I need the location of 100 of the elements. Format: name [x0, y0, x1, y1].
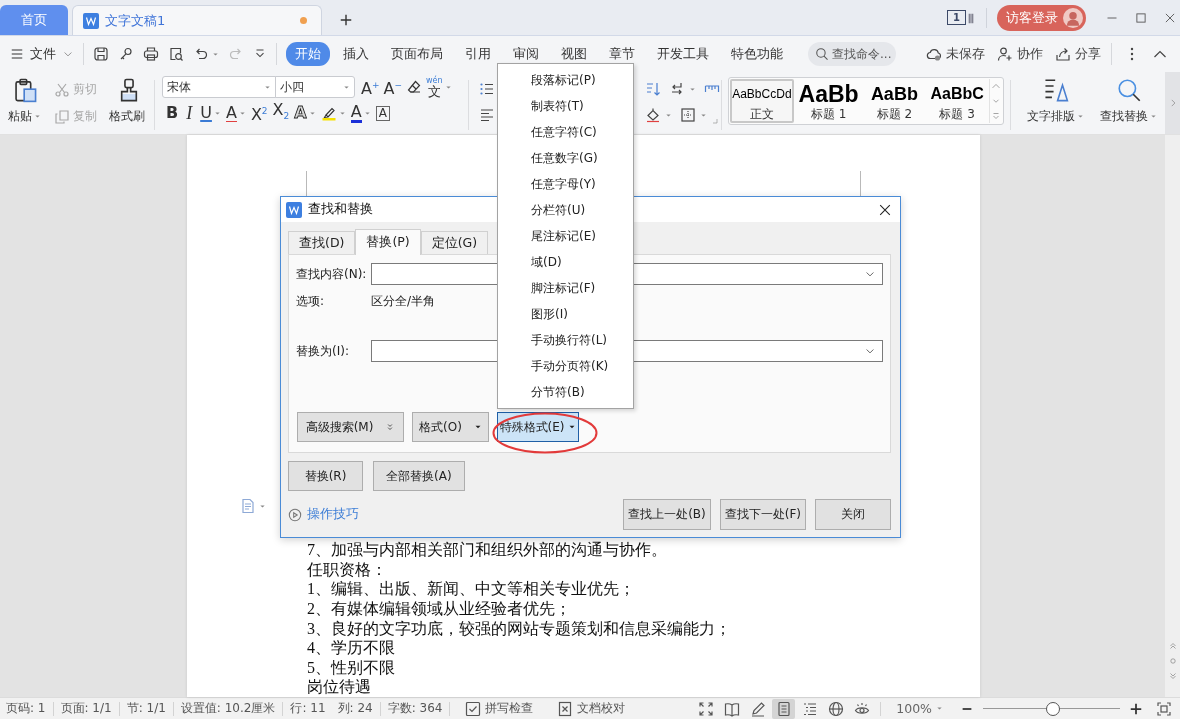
page-view-button[interactable]: [772, 698, 796, 719]
find-replace-button[interactable]: 查找替换: [1094, 76, 1163, 130]
style-option[interactable]: AaBbCcDd 正文: [730, 79, 794, 123]
underline-button[interactable]: U: [200, 103, 221, 123]
dialog-tab[interactable]: 查找(D): [288, 231, 356, 254]
plus-icon[interactable]: [339, 13, 353, 27]
menu-item[interactable]: 脚注标记(F): [498, 275, 633, 301]
superscript-button[interactable]: X$^{2}$: [250, 100, 268, 126]
command-search-field[interactable]: 查找命令...: [808, 42, 896, 66]
zoom-slider-thumb[interactable]: [1045, 701, 1060, 716]
zoom-level-dropdown[interactable]: 100%: [896, 701, 943, 716]
shrink-font-button[interactable]: A$^{−}$: [383, 74, 402, 100]
phonetic-guide-button[interactable]: wén 文: [426, 76, 452, 98]
menu-item[interactable]: 域(D): [498, 249, 633, 275]
status-text: 页面: 1/1: [60, 700, 112, 717]
bold-button[interactable]: B: [166, 103, 179, 123]
style-option[interactable]: AaBb 标题 2: [863, 79, 926, 123]
ribbon-tab[interactable]: 引用: [456, 42, 500, 66]
sort-icon[interactable]: [645, 81, 661, 97]
print-icon[interactable]: [143, 46, 159, 62]
dialog-action-button[interactable]: 查找上一处(B): [623, 499, 711, 530]
menu-item[interactable]: 分节符(B): [498, 379, 633, 405]
strikethrough-button[interactable]: A: [225, 104, 246, 122]
maximize-icon[interactable]: [1135, 11, 1147, 24]
bullet-list-icon[interactable]: [479, 81, 495, 97]
replace-button[interactable]: 替换(R): [288, 461, 363, 491]
highlighter-icon: [320, 105, 337, 121]
undo-icon[interactable]: [193, 46, 209, 62]
format-menu-button[interactable]: 格式(O): [412, 412, 489, 442]
document-tab[interactable]: 文字文稿1: [72, 5, 322, 35]
font-name-dropdown[interactable]: 宋体: [162, 76, 276, 98]
align-left-icon[interactable]: [479, 107, 495, 123]
status-text: 设置值: 10.2厘米: [180, 700, 276, 717]
ribbon-tab[interactable]: 视图: [552, 42, 596, 66]
menu-item[interactable]: 任意字符(C): [498, 119, 633, 145]
ribbon-tab[interactable]: 特色功能: [722, 42, 792, 66]
style-sample: AaBb: [798, 82, 859, 106]
menu-item[interactable]: 段落标记(P): [498, 67, 633, 93]
borders-icon[interactable]: [680, 107, 696, 123]
line-break-icon[interactable]: [669, 81, 685, 97]
print-preview-icon[interactable]: [168, 46, 184, 62]
menu-item[interactable]: 手动换行符(L): [498, 327, 633, 353]
spell-check-button[interactable]: 拼写检查: [457, 700, 534, 717]
file-menu-button[interactable]: 文件: [10, 45, 74, 63]
menu-item[interactable]: 分栏符(U): [498, 197, 633, 223]
ribbon-tab[interactable]: 插入: [334, 42, 378, 66]
ribbon-tab[interactable]: 章节: [600, 42, 644, 66]
eye-icon: [853, 700, 870, 717]
clear-format-button[interactable]: [406, 79, 422, 95]
advanced-search-button[interactable]: 高级搜索(M): [297, 412, 404, 442]
grow-font-button[interactable]: A$^{+}$: [361, 74, 380, 100]
globe-icon: [827, 700, 844, 717]
text-layout-button[interactable]: 文字排版: [1021, 76, 1090, 130]
format-painter-button[interactable]: 格式刷: [109, 76, 148, 130]
style-option[interactable]: AaBb 标题 1: [793, 79, 864, 123]
status-text: 行: 11: [290, 700, 326, 717]
caret-icon: [343, 83, 350, 91]
menu-item[interactable]: 任意字母(Y): [498, 171, 633, 197]
highlight-button[interactable]: [320, 105, 346, 121]
dialog-action-button[interactable]: 关闭: [815, 499, 891, 530]
document-line: 7、加强与内部相关部门和组织外部的沟通与协作。: [307, 540, 668, 560]
collaborate-button[interactable]: 协作: [997, 45, 1043, 63]
outline-list-icon: [801, 700, 818, 717]
menu-item[interactable]: 手动分页符(K): [498, 353, 633, 379]
style-option[interactable]: AaBbC 标题 3: [925, 79, 990, 123]
italic-button[interactable]: I: [183, 103, 196, 123]
replace-button[interactable]: 全部替换(A): [373, 461, 465, 491]
font-size-dropdown[interactable]: 小四: [275, 76, 355, 98]
font-color-button[interactable]: A: [350, 103, 371, 123]
margin-corner-mark: [306, 171, 307, 196]
menu-item[interactable]: 任意数字(G): [498, 145, 633, 171]
dialog-tab[interactable]: 定位(G): [420, 231, 489, 254]
status-text: 列: 24: [337, 700, 373, 717]
menu-item[interactable]: 制表符(T): [498, 93, 633, 119]
format-menu-button[interactable]: 特殊格式(E): [497, 412, 579, 442]
login-button[interactable]: 访客登录: [997, 4, 1086, 31]
tips-link[interactable]: 操作技巧: [288, 506, 359, 523]
share-button[interactable]: 分享: [1055, 45, 1101, 63]
document-proofread-button[interactable]: 文档校对: [549, 700, 626, 717]
close-icon[interactable]: [878, 202, 892, 217]
zoom-in-icon[interactable]: [1129, 701, 1143, 716]
ribbon-tab[interactable]: 开发工具: [648, 42, 718, 66]
paste-button[interactable]: 粘贴: [8, 76, 42, 130]
save-icon[interactable]: [93, 46, 109, 62]
fit-window-icon[interactable]: [1156, 700, 1172, 717]
character-border-button[interactable]: A: [375, 105, 390, 121]
menu-item[interactable]: 尾注标记(E): [498, 223, 633, 249]
dialog-tab[interactable]: 替换(P): [355, 229, 421, 255]
subscript-button[interactable]: X$_{2}$: [272, 99, 290, 127]
ribbon-tab[interactable]: 页面布局: [382, 42, 452, 66]
status-text: 节: 1/1: [126, 700, 166, 717]
menu-item[interactable]: 图形(I): [498, 301, 633, 327]
cloud-button[interactable]: 未保存: [926, 45, 985, 63]
window-count-button[interactable]: 1: [947, 10, 966, 25]
key-icon[interactable]: [118, 46, 134, 62]
dialog-action-button[interactable]: 查找下一处(F): [719, 499, 806, 530]
shading-bucket-icon[interactable]: [645, 107, 661, 123]
avatar-icon: [1063, 7, 1083, 28]
ribbon-tab[interactable]: 审阅: [504, 42, 548, 66]
style-sample: AaBbC: [930, 84, 984, 104]
